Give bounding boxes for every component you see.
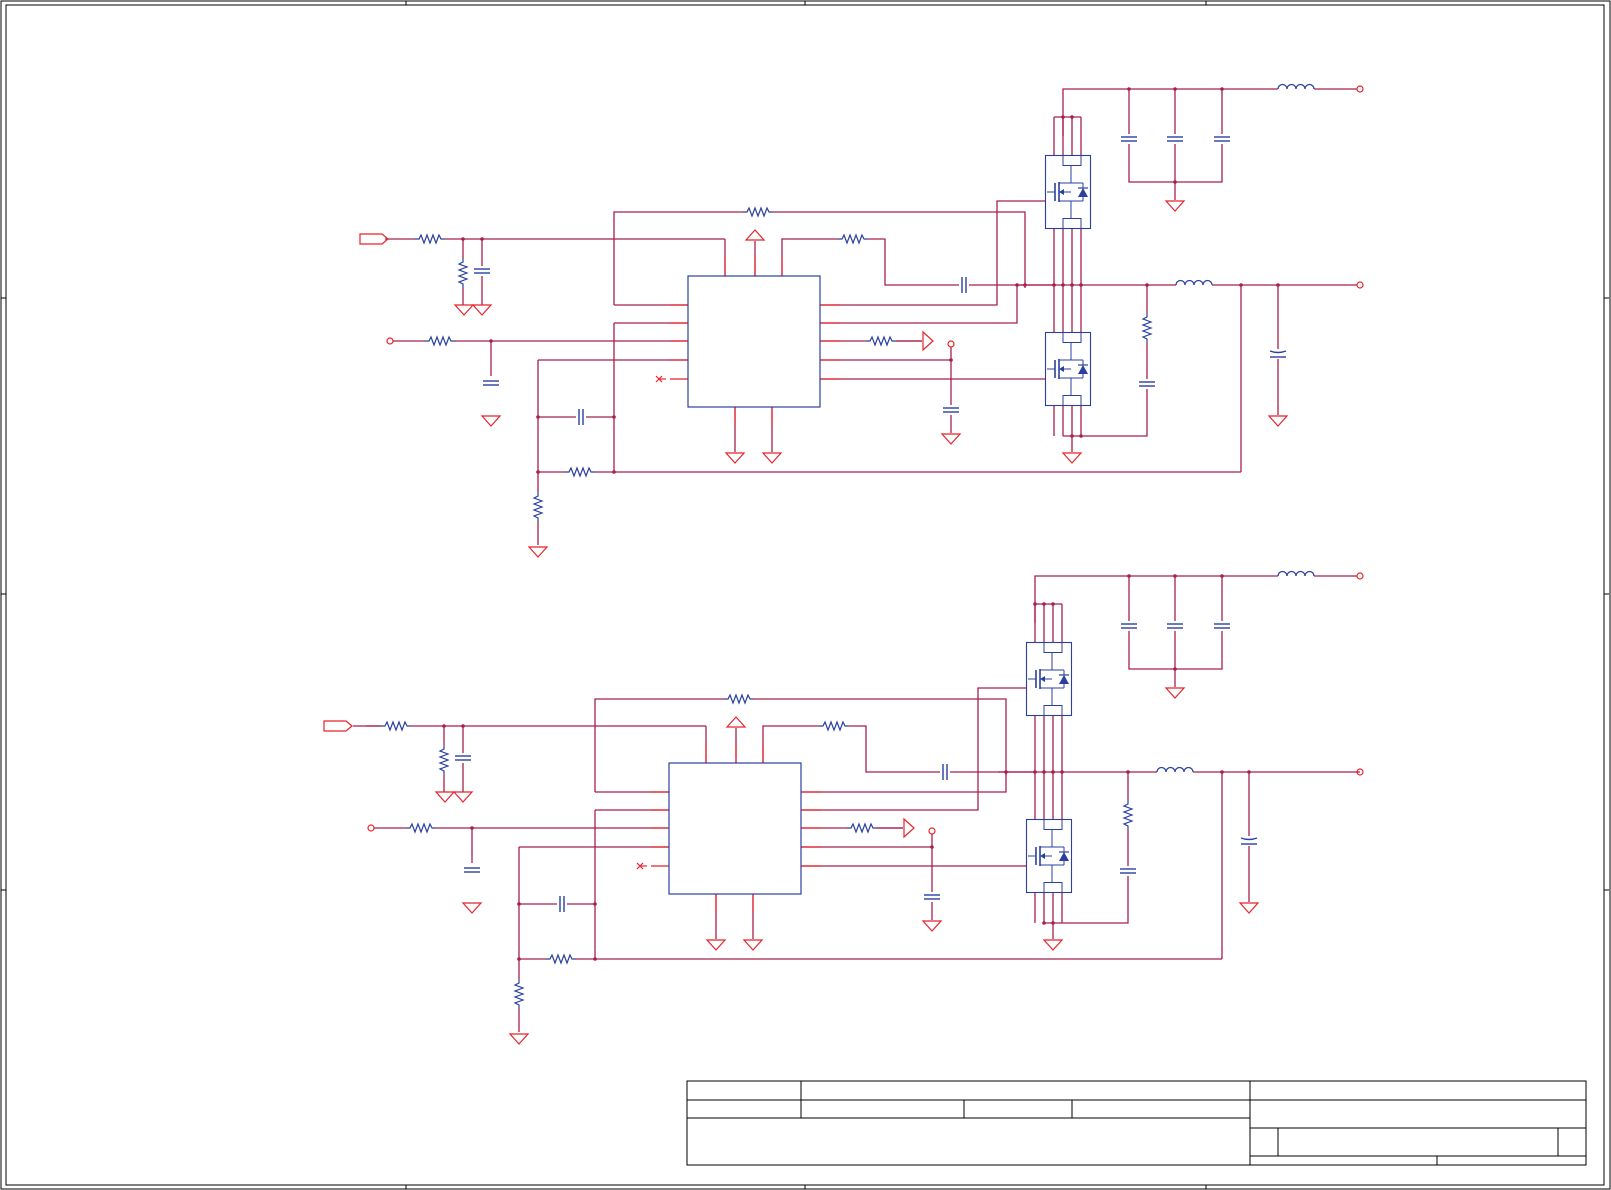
channel-1-wires	[385, 88, 1360, 545]
test-point	[947, 340, 955, 348]
input-terminal	[386, 337, 394, 345]
controller-ic	[668, 762, 802, 895]
input-terminal	[367, 824, 375, 832]
channel-2-mosfets	[1025, 641, 1073, 894]
channel-2-capacitors	[453, 621, 1259, 914]
schematic-sheet	[0, 0, 1611, 1190]
channel-2-inductors	[1156, 569, 1315, 775]
channel-1-inductors	[1175, 82, 1315, 288]
input-connector	[359, 233, 389, 245]
vin-terminal	[1356, 85, 1364, 93]
buck-channel-2	[323, 569, 1364, 1045]
buck-channel-1	[359, 82, 1364, 558]
channel-2-resistors	[380, 693, 1134, 1010]
test-point	[928, 827, 936, 835]
input-connector	[323, 720, 353, 732]
channel-2-wires	[366, 575, 1360, 1032]
channel-1-capacitors	[472, 134, 1288, 427]
sheet-frame	[0, 0, 1611, 1190]
channel-1-pins	[655, 258, 840, 425]
channel-1-resistors	[414, 206, 1153, 523]
title-block	[686, 1080, 1587, 1166]
vout-terminal	[1356, 281, 1364, 289]
channel-1-mosfets	[1044, 154, 1092, 407]
channel-2-pins	[636, 745, 821, 912]
vin-terminal	[1356, 572, 1364, 580]
controller-ic	[687, 275, 821, 408]
